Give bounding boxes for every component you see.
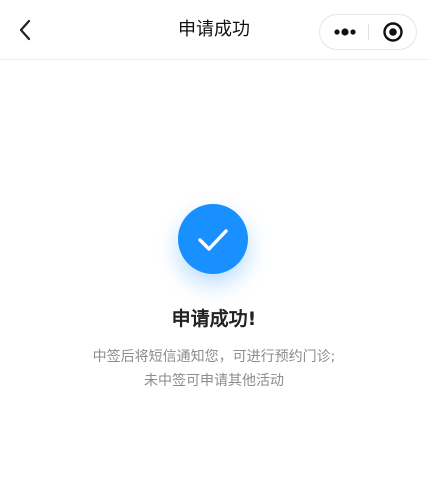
description-line: 未中签可申请其他活动 — [144, 373, 284, 389]
navigation-bar: 申请成功 — [0, 0, 428, 60]
description-line: 中签后将短信通知您，可进行预约门诊; — [92, 349, 336, 365]
mini-program-capsule — [319, 14, 417, 50]
close-button[interactable] — [369, 15, 417, 49]
more-button[interactable] — [320, 15, 369, 49]
more-dots-icon — [334, 28, 356, 36]
screen: 申请成功 申请成功! 中签后将短信通知您，可进行预约门诊; 未中签可申请其他活动 — [0, 0, 428, 495]
target-circle-icon — [383, 22, 403, 42]
result-title: 申请成功! — [171, 308, 257, 330]
result-description: 中签后将短信通知您，可进行预约门诊; 未中签可申请其他活动 — [0, 345, 428, 393]
check-circle-icon — [178, 204, 248, 274]
